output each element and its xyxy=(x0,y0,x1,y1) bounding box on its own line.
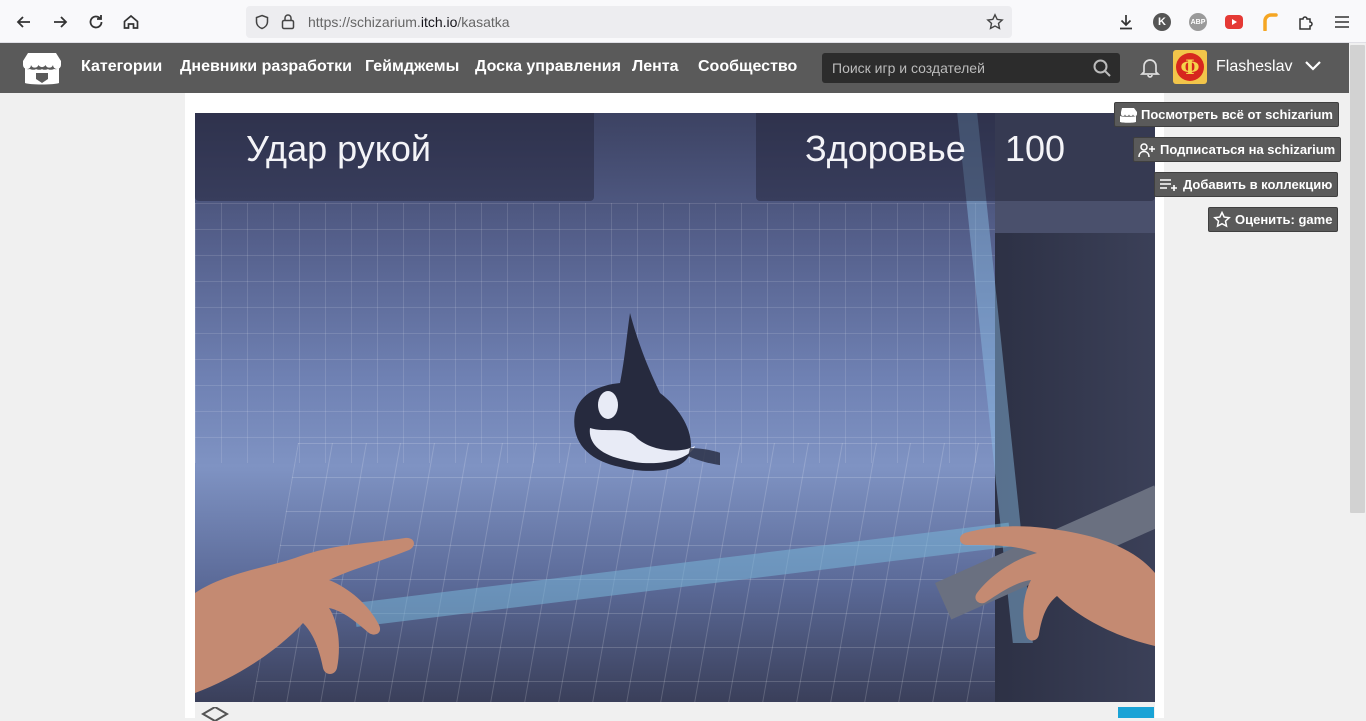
hud-health-value: 100 xyxy=(1005,128,1066,169)
extension-yellow[interactable] xyxy=(1260,12,1280,32)
view-all-label: Посмотреть всё от schizarium xyxy=(1141,107,1333,122)
bookmark-star-icon[interactable] xyxy=(986,13,1004,31)
arrow-left-icon xyxy=(16,16,30,28)
url-host: itch.io xyxy=(420,14,458,30)
avatar-letter: Ф xyxy=(1176,53,1204,81)
extension-k[interactable]: K xyxy=(1152,12,1172,32)
star-icon xyxy=(1213,211,1231,228)
username[interactable]: Flasheslav xyxy=(1216,58,1292,76)
reload-button[interactable] xyxy=(84,10,108,34)
view-all-button[interactable]: Посмотреть всё от schizarium xyxy=(1114,102,1339,127)
follow-label: Подписаться на schizarium xyxy=(1160,142,1336,157)
game-footer xyxy=(195,702,1155,718)
forward-button[interactable] xyxy=(48,10,72,34)
browser-toolbar: https://schizarium.itch.io/kasatka K ABP xyxy=(0,0,1366,43)
playlist-add-icon xyxy=(1160,178,1177,191)
home-button[interactable] xyxy=(119,10,143,34)
url-text: https://schizarium.itch.io/kasatka xyxy=(308,14,510,30)
add-to-collection-label: Добавить в коллекцию xyxy=(1183,177,1333,192)
fullscreen-button[interactable] xyxy=(1118,707,1154,718)
orca-image xyxy=(574,313,720,471)
avatar[interactable]: Ф xyxy=(1173,50,1207,84)
extension-adblock-label: ABP xyxy=(1189,13,1207,31)
url-prefix: https://schizarium. xyxy=(308,14,421,30)
extension-k-label: K xyxy=(1153,13,1171,31)
address-bar[interactable]: https://schizarium.itch.io/kasatka xyxy=(246,6,1012,38)
chevron-down-icon[interactable] xyxy=(1304,59,1322,73)
home-icon xyxy=(123,14,139,29)
puzzle-icon xyxy=(1299,16,1313,30)
left-hand-image xyxy=(195,537,414,693)
hamburger-icon xyxy=(1335,16,1349,28)
rate-button[interactable]: Оценить: game xyxy=(1208,207,1339,232)
unity-logo-icon xyxy=(201,707,229,721)
back-button[interactable] xyxy=(12,10,36,34)
arrow-right-icon xyxy=(54,16,68,28)
search-input[interactable] xyxy=(822,53,1084,83)
notifications-bell-icon[interactable] xyxy=(1140,56,1160,78)
app-menu-button[interactable] xyxy=(1332,12,1352,32)
scrollbar-thumb[interactable] xyxy=(1350,45,1365,513)
follow-button[interactable]: Подписаться на schizarium xyxy=(1133,137,1342,162)
url-path: /kasatka xyxy=(457,14,510,30)
game-canvas[interactable]: Удар рукой Здоровье 100 xyxy=(195,113,1155,702)
nav-game-jams[interactable]: Геймджемы xyxy=(365,58,459,76)
shield-icon[interactable] xyxy=(254,14,270,30)
extensions-menu-button[interactable] xyxy=(1296,12,1316,32)
extension-adblock[interactable]: ABP xyxy=(1188,12,1208,32)
download-icon xyxy=(1120,15,1132,30)
nav-community[interactable]: Сообщество xyxy=(698,58,797,76)
hud-action-label: Удар рукой xyxy=(246,128,432,169)
downloads-button[interactable] xyxy=(1116,12,1136,32)
rate-label: Оценить: game xyxy=(1235,212,1333,227)
itch-logo-small-icon xyxy=(1120,107,1137,123)
reload-icon xyxy=(89,15,103,29)
hud-health-label: Здоровье xyxy=(805,128,966,169)
page-scrollbar[interactable] xyxy=(1349,43,1366,718)
nav-feed[interactable]: Лента xyxy=(632,58,679,76)
right-hand-image xyxy=(959,526,1155,646)
nav-devlogs[interactable]: Дневники разработки xyxy=(180,58,352,76)
extension-youtube[interactable] xyxy=(1224,12,1244,32)
add-user-icon xyxy=(1138,142,1155,157)
nav-categories[interactable]: Категории xyxy=(81,58,162,76)
lock-icon[interactable] xyxy=(280,13,296,30)
search-box xyxy=(822,53,1120,83)
nav-dashboard[interactable]: Доска управления xyxy=(475,58,621,76)
add-to-collection-button[interactable]: Добавить в коллекцию xyxy=(1154,172,1339,197)
youtube-icon xyxy=(1225,15,1243,29)
site-header: Категории Дневники разработки Геймджемы … xyxy=(0,43,1366,93)
key-icon xyxy=(1263,13,1278,31)
itch-logo-icon[interactable] xyxy=(22,51,62,87)
search-icon[interactable] xyxy=(1092,58,1112,78)
